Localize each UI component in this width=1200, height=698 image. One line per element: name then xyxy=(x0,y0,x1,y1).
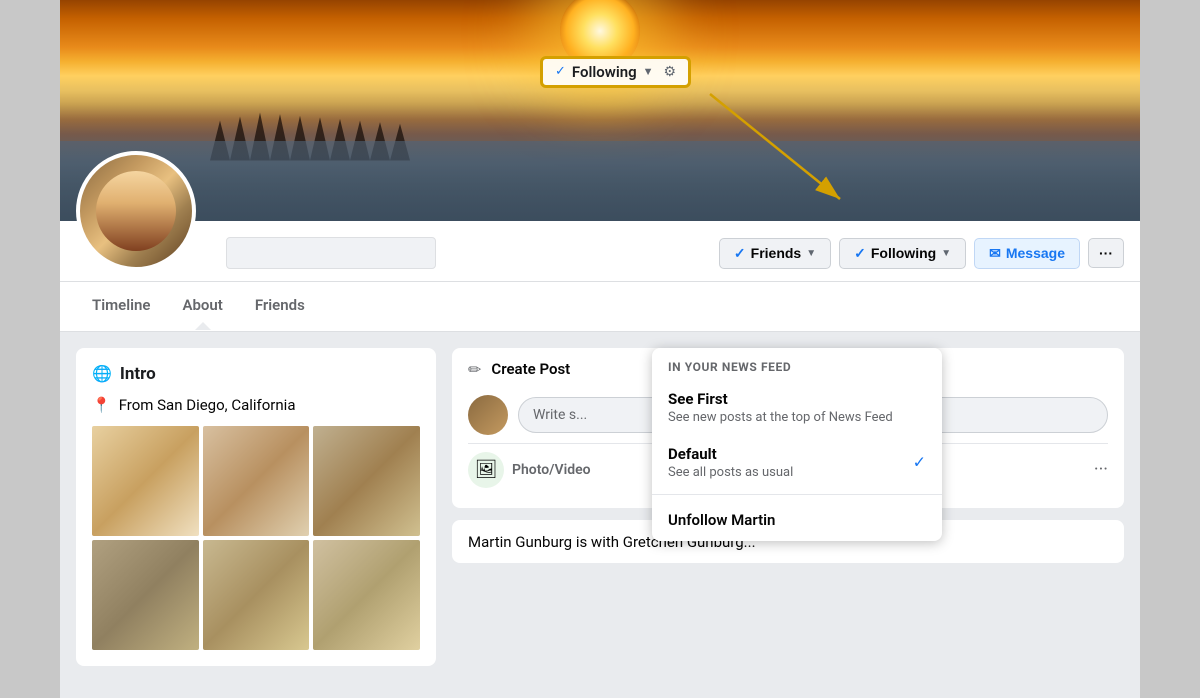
photo-grid xyxy=(92,426,420,650)
message-label: Message xyxy=(1006,245,1065,261)
cover-photo: ✓ Following ▼ ⚙ xyxy=(60,0,1140,221)
photo-cell-3[interactable] xyxy=(313,426,420,536)
default-desc: See all posts as usual xyxy=(668,465,926,480)
default-check-icon: ✓ xyxy=(913,453,926,472)
nav-tabs: Timeline About Friends xyxy=(60,281,1140,331)
dropdown-divider xyxy=(652,494,942,495)
water-decoration xyxy=(60,141,1140,221)
friends-button[interactable]: ✓ Friends ▼ xyxy=(719,238,831,269)
photo-cell-2[interactable] xyxy=(203,426,310,536)
tab-timeline[interactable]: Timeline xyxy=(76,282,166,331)
photo-video-icon: 🖼 xyxy=(468,452,504,488)
intro-title: 🌐 Intro xyxy=(92,364,420,384)
following-check-icon: ✓ xyxy=(555,64,566,79)
photo-cell-4[interactable] xyxy=(92,540,199,650)
avatar-figure xyxy=(96,171,176,251)
dropdown-unfollow[interactable]: Unfollow Martin xyxy=(652,499,942,541)
name-input[interactable] xyxy=(226,237,436,269)
dropdown-see-first[interactable]: See First See new posts at the top of Ne… xyxy=(652,380,942,435)
following-btn-label: Following xyxy=(871,245,936,261)
unfollow-label: Unfollow Martin xyxy=(668,511,775,529)
following-highlight-label: Following xyxy=(572,63,637,81)
tab-about[interactable]: About xyxy=(166,282,238,331)
intro-location: 📍 From San Diego, California xyxy=(92,396,420,414)
avatar xyxy=(76,151,196,271)
main-content: 🌐 Intro 📍 From San Diego, California xyxy=(60,332,1140,698)
photo-cell-5[interactable] xyxy=(203,540,310,650)
intro-box: 🌐 Intro 📍 From San Diego, California xyxy=(76,348,436,666)
following-highlight-box[interactable]: ✓ Following ▼ ⚙ xyxy=(540,56,691,88)
default-title: Default xyxy=(668,445,926,463)
dropdown-default[interactable]: Default See all posts as usual ✓ xyxy=(652,435,942,490)
right-column: ✏ Create Post Write s... 🖼 Photo/Video ·… xyxy=(452,348,1124,682)
message-icon: ✉ xyxy=(989,245,1001,262)
tab-friends[interactable]: Friends xyxy=(239,282,321,331)
left-column: 🌐 Intro 📍 From San Diego, California xyxy=(76,348,436,682)
globe-icon: 🌐 xyxy=(92,364,112,383)
create-post-label: Create Post xyxy=(491,360,570,378)
action-buttons: ✓ Friends ▼ ✓ Following ▼ ✉ Message ··· xyxy=(719,238,1124,281)
profile-section: ✓ Friends ▼ ✓ Following ▼ ✉ Message ··· xyxy=(60,221,1140,332)
photo-video-label: Photo/Video xyxy=(512,462,591,478)
following-btn-check-icon: ✓ xyxy=(854,245,866,262)
message-button[interactable]: ✉ Message xyxy=(974,238,1080,269)
pencil-icon: ✏ xyxy=(468,360,481,379)
location-icon: 📍 xyxy=(92,396,111,414)
photo-cell-6[interactable] xyxy=(313,540,420,650)
following-highlight-arrow: ▼ xyxy=(643,65,654,78)
following-btn-caret-icon: ▼ xyxy=(941,248,951,259)
following-dropdown: IN YOUR NEWS FEED See First See new post… xyxy=(652,348,942,541)
following-button[interactable]: ✓ Following ▼ xyxy=(839,238,966,269)
name-area xyxy=(226,237,436,281)
dropdown-section-label: IN YOUR NEWS FEED xyxy=(652,348,942,380)
friends-caret-icon: ▼ xyxy=(806,248,816,259)
profile-info-row: ✓ Friends ▼ ✓ Following ▼ ✉ Message ··· xyxy=(60,221,1140,281)
intro-title-text: Intro xyxy=(120,364,156,384)
about-tab-indicator xyxy=(195,322,211,330)
friends-check-icon: ✓ xyxy=(734,245,746,262)
post-avatar xyxy=(468,395,508,435)
more-dots-icon: ··· xyxy=(1099,245,1113,261)
post-more-dots[interactable]: ··· xyxy=(1094,459,1108,480)
page-wrapper: ✓ Following ▼ ⚙ xyxy=(60,0,1140,698)
location-text: From San Diego, California xyxy=(119,396,296,414)
see-first-title: See First xyxy=(668,390,926,408)
more-options-button[interactable]: ··· xyxy=(1088,238,1124,268)
following-highlight-gear: ⚙ xyxy=(664,64,677,80)
photo-cell-1[interactable] xyxy=(92,426,199,536)
see-first-desc: See new posts at the top of News Feed xyxy=(668,410,926,425)
friends-label: Friends xyxy=(751,245,802,261)
write-placeholder: Write s... xyxy=(533,407,587,423)
